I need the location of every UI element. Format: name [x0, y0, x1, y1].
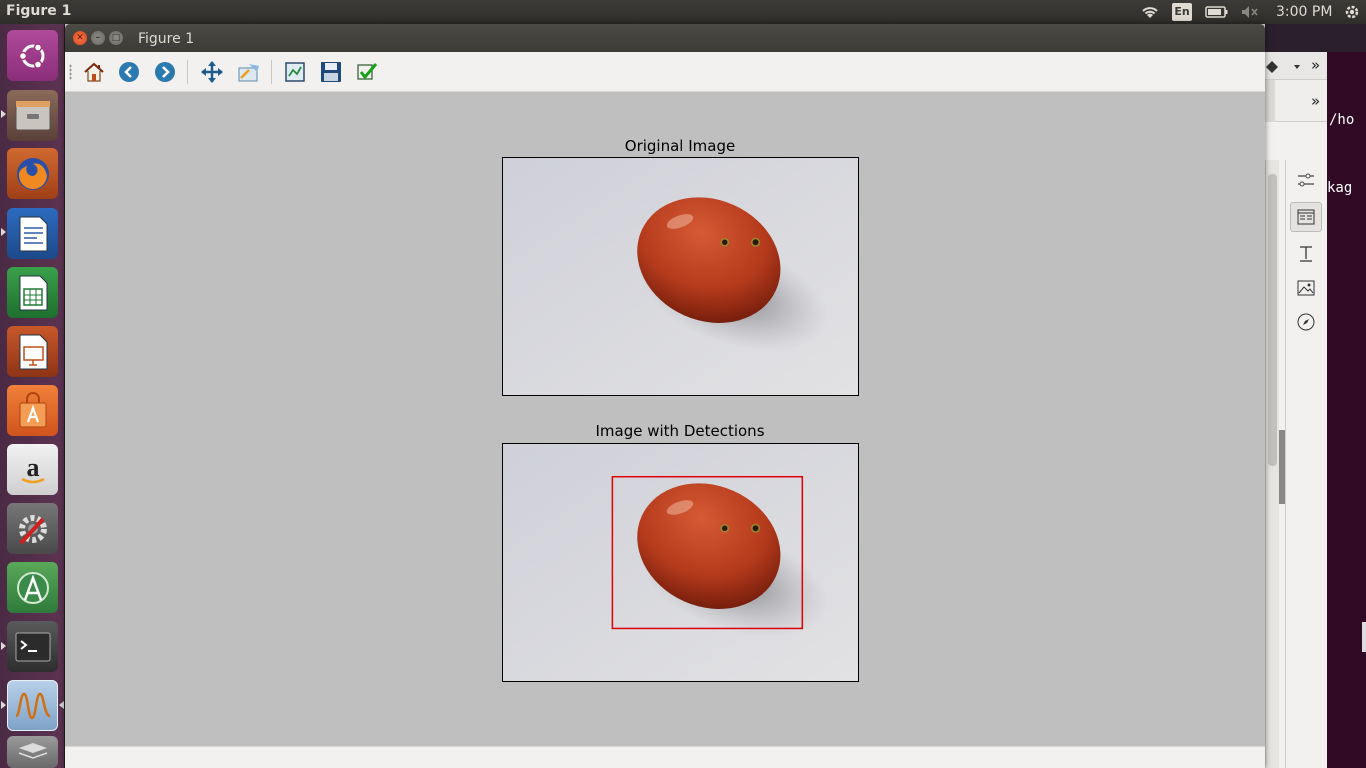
window-title: Figure 1: [138, 31, 195, 47]
ubuntu-dash-icon: [18, 42, 44, 69]
amazon-button[interactable]: a: [7, 444, 58, 495]
zoom-icon: [238, 64, 259, 82]
android-studio-button[interactable]: [7, 562, 58, 613]
calc-button[interactable]: [7, 267, 58, 318]
system-gear-icon[interactable]: [1340, 0, 1364, 24]
axes-original-image[interactable]: [502, 157, 859, 396]
battery-icon[interactable]: [1203, 0, 1231, 24]
wifi-icon[interactable]: [1138, 0, 1162, 24]
terminal-icon: [15, 632, 50, 661]
terminal-button[interactable]: [7, 621, 58, 672]
home-button[interactable]: [81, 59, 107, 85]
stack-icon: [18, 743, 47, 759]
toolbar-separator: [187, 60, 188, 84]
files-icon: [15, 100, 50, 130]
background-window-toolbar: »: [1265, 52, 1327, 80]
svg-text:a: a: [26, 453, 39, 482]
maximize-icon[interactable]: □: [109, 31, 123, 45]
axes-detections-image[interactable]: [502, 443, 859, 682]
toolbar-separator: [271, 60, 272, 84]
close-icon[interactable]: ✕: [73, 31, 87, 45]
figure-toolbar: [65, 52, 1265, 92]
ubuntu-dash-button[interactable]: [7, 30, 58, 81]
background-scrollbar-thumb[interactable]: [1268, 174, 1277, 466]
styles-icon: [1297, 209, 1315, 225]
background-window-toolbar-2: »: [1265, 80, 1327, 122]
forward-button[interactable]: [152, 59, 178, 85]
terminal-text-1: /ho: [1329, 112, 1355, 128]
styles-button[interactable]: [1290, 202, 1322, 232]
launcher-running-indicator: [1, 110, 6, 118]
text-icon[interactable]: [1296, 244, 1316, 264]
more-chevron[interactable]: »: [1311, 56, 1320, 74]
launcher: a: [0, 24, 65, 768]
settings-icon: [18, 514, 47, 544]
terminal-scroll-marker: [1362, 622, 1366, 652]
save-icon: [321, 62, 341, 82]
sidebar-deck: [1285, 160, 1327, 768]
software-center-button[interactable]: [7, 385, 58, 436]
background-window-top: [1265, 24, 1366, 52]
gallery-icon[interactable]: [1296, 278, 1316, 298]
firefox-icon: [16, 157, 49, 190]
dropdown-arrow-icon[interactable]: [1293, 64, 1301, 70]
minimize-icon[interactable]: –: [91, 31, 105, 45]
launcher-running-indicator: [1, 701, 6, 709]
keyboard-language-indicator[interactable]: En: [1172, 3, 1192, 21]
splitter-handle[interactable]: [1279, 430, 1285, 504]
software-center-icon: [19, 391, 46, 427]
subplots-icon: [285, 62, 305, 82]
more-chevron-2[interactable]: »: [1311, 92, 1320, 110]
terminal-text-2: kag: [1327, 180, 1353, 196]
writer-icon: [19, 216, 47, 251]
background-scrollbar[interactable]: [1265, 160, 1279, 768]
pan-icon: [201, 61, 223, 83]
configure-button[interactable]: [354, 59, 380, 85]
background-terminal: /ho kag: [1327, 52, 1366, 768]
toolbar-grip[interactable]: [69, 64, 72, 80]
android-studio-icon: [16, 571, 49, 604]
launcher-focused-indicator: [59, 701, 64, 709]
oscilloscope-icon: [14, 692, 51, 719]
back-button[interactable]: [116, 59, 142, 85]
properties-icon[interactable]: [1296, 170, 1316, 190]
check-icon: [357, 63, 378, 80]
figure-canvas[interactable]: Original Image Image with Detections: [65, 92, 1265, 746]
zoom-button[interactable]: [236, 59, 262, 85]
files-button[interactable]: [7, 90, 58, 141]
back-arrow-icon: [119, 62, 139, 82]
background-ruler: [1265, 80, 1275, 122]
tomato-photo-original: [503, 158, 858, 395]
window-titlebar[interactable]: ✕ – □ Figure 1: [65, 24, 1265, 52]
system-settings-button[interactable]: [7, 503, 58, 554]
impress-icon: [19, 334, 47, 369]
amazon-icon: a: [20, 453, 45, 483]
tomato-photo-detections: [503, 444, 858, 681]
figure-window: ✕ – □ Figure 1 Original Image Image with…: [65, 24, 1265, 768]
subplots-button[interactable]: [282, 59, 308, 85]
home-icon: [84, 62, 104, 82]
subplot-title-detections: Image with Detections: [595, 422, 765, 440]
diamond-icon[interactable]: [1265, 60, 1279, 74]
clock[interactable]: 3:00 PM: [1276, 4, 1332, 20]
impress-button[interactable]: [7, 326, 58, 377]
save-button[interactable]: [318, 59, 344, 85]
writer-button[interactable]: [7, 208, 58, 259]
pan-button[interactable]: [199, 59, 225, 85]
figure-app-button[interactable]: [7, 680, 58, 731]
launcher-running-indicator: [1, 228, 6, 236]
stack-button[interactable]: [7, 736, 58, 768]
firefox-button[interactable]: [7, 148, 58, 199]
top-panel: Figure 1 En 3:00 PM: [0, 0, 1366, 24]
status-bar: [65, 746, 1265, 768]
launcher-running-indicator: [1, 642, 6, 650]
navigator-icon[interactable]: [1296, 312, 1316, 332]
subplot-title-original: Original Image: [624, 137, 736, 155]
forward-arrow-icon: [155, 62, 175, 82]
volume-muted-icon[interactable]: [1238, 0, 1262, 24]
active-app-title: Figure 1: [6, 3, 72, 19]
calc-icon: [19, 275, 47, 310]
